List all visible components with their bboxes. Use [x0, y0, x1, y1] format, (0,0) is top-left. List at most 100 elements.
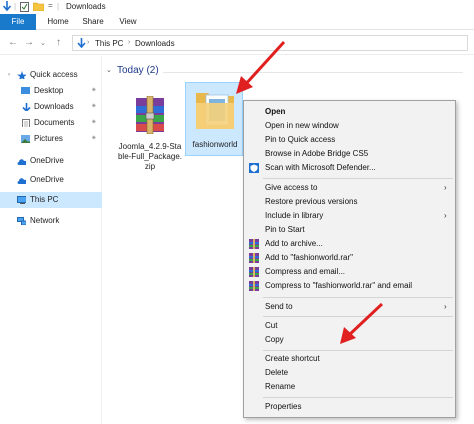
menu-item-label: Add to "fashionworld.rar" [265, 253, 353, 262]
file-name-line: ble-Full_Package. [117, 152, 183, 161]
breadcrumb-separator: › [87, 39, 90, 46]
menu-item-open-new-window[interactable]: Open in new window [244, 119, 455, 133]
pin-icon: ✴ [91, 119, 97, 126]
menu-item-rename[interactable]: Rename [244, 380, 455, 394]
tab-view[interactable]: View [112, 14, 144, 30]
down-arrow-icon [2, 1, 12, 12]
sidebar-item-label: This PC [30, 195, 59, 204]
menu-separator [263, 397, 453, 398]
forward-arrow-icon[interactable]: → [24, 37, 34, 48]
menu-item-delete[interactable]: Delete [244, 366, 455, 380]
back-arrow-icon[interactable]: ← [8, 37, 18, 48]
menu-item-label: Include in library [265, 211, 324, 220]
menu-item-label: Delete [265, 368, 289, 377]
submenu-chevron-icon: › [444, 211, 447, 220]
menu-item-pin-quick-access[interactable]: Pin to Quick access [244, 133, 455, 147]
cloud-icon [17, 178, 26, 184]
defender-shield-icon [249, 163, 259, 173]
expand-chevron-icon[interactable]: › [8, 67, 10, 83]
sidebar-item-desktop[interactable]: Desktop ✴ [0, 83, 102, 99]
ribbon-tabs: File Home Share View [0, 14, 474, 30]
menu-item-properties[interactable]: Properties [244, 400, 455, 414]
menu-item-compress-rar-email[interactable]: Compress to "fashionworld.rar" and email [244, 279, 455, 293]
sidebar-item-onedrive[interactable]: OneDrive [0, 153, 102, 169]
menu-item-pin-start[interactable]: Pin to Start [244, 223, 455, 237]
group-header[interactable]: Today (2) [117, 65, 159, 76]
sidebar-item-label: Downloads [34, 102, 74, 111]
tab-file[interactable]: File [0, 14, 36, 30]
new-folder-icon[interactable] [33, 2, 44, 11]
menu-item-label: Send to [265, 302, 293, 311]
sidebar-item-label: OneDrive [30, 156, 64, 165]
menu-item-label: Compress and email... [265, 267, 346, 276]
tab-home[interactable]: Home [40, 14, 76, 30]
winrar-icon [249, 281, 259, 291]
menu-separator [263, 178, 453, 179]
menu-item-compress-email[interactable]: Compress and email... [244, 265, 455, 279]
sidebar-item-label: OneDrive [30, 175, 64, 184]
menu-item-give-access[interactable]: Give access to › [244, 181, 455, 195]
star-icon [17, 71, 26, 79]
menu-item-create-shortcut[interactable]: Create shortcut [244, 352, 455, 366]
menu-item-label: Open in new window [265, 121, 339, 130]
properties-icon[interactable] [20, 2, 29, 12]
title-bar: | = | Downloads [0, 0, 474, 14]
menu-item-include-library[interactable]: Include in library › [244, 209, 455, 223]
file-item-joomla-zip[interactable]: Joomla_4.2.9-Sta ble-Full_Package. zip [113, 82, 187, 192]
file-name-line: zip [144, 162, 156, 171]
menu-item-label: Cut [265, 321, 278, 330]
menu-item-label: Pin to Quick access [265, 135, 336, 144]
menu-item-browse-bridge[interactable]: Browse in Adobe Bridge CS5 [244, 147, 455, 161]
downloads-icon [22, 103, 31, 111]
breadcrumb-downloads[interactable]: Downloads [135, 39, 175, 48]
context-menu: Open Open in new window Pin to Quick acc… [243, 100, 456, 418]
menu-separator [263, 297, 453, 298]
menu-item-label: Restore previous versions [265, 197, 358, 206]
sidebar-item-label: Pictures [34, 134, 63, 143]
menu-item-add-archive[interactable]: Add to archive... [244, 237, 455, 251]
menu-item-open[interactable]: Open [244, 105, 455, 119]
winrar-icon [249, 239, 259, 249]
quick-access-toolbar-chevron-icon[interactable]: = [48, 1, 53, 10]
sidebar-item-onedrive[interactable]: OneDrive [0, 172, 102, 188]
folder-name-label: fashionworld [192, 140, 238, 149]
pictures-icon [21, 135, 30, 143]
breadcrumb-this-pc[interactable]: This PC [95, 39, 123, 48]
menu-separator [263, 350, 453, 351]
pin-icon: ✴ [91, 135, 97, 142]
toolbar-divider: | [57, 2, 60, 11]
annotation-arrow-icon [236, 40, 286, 94]
menu-item-label: Rename [265, 382, 296, 391]
file-name-label: Joomla_4.2.9-Sta ble-Full_Package. zip [113, 142, 187, 172]
network-icon [17, 217, 26, 225]
window-title: Downloads [66, 2, 106, 11]
documents-icon [22, 119, 30, 127]
file-name-line: Joomla_4.2.9-Sta [118, 142, 182, 151]
winrar-icon [249, 253, 259, 263]
menu-item-label: Pin to Start [265, 225, 305, 234]
sidebar-item-documents[interactable]: Documents ✴ [0, 115, 102, 131]
menu-item-label: Give access to [265, 183, 318, 192]
sidebar-item-pictures[interactable]: Pictures ✴ [0, 131, 102, 147]
menu-item-scan-defender[interactable]: Scan with Microsoft Defender... [244, 161, 455, 175]
sidebar-item-downloads[interactable]: Downloads ✴ [0, 99, 102, 115]
sidebar-item-this-pc[interactable]: This PC [0, 192, 102, 208]
submenu-chevron-icon: › [444, 183, 447, 192]
submenu-chevron-icon: › [444, 302, 447, 311]
tab-share[interactable]: Share [76, 14, 110, 30]
menu-item-label: Compress to "fashionworld.rar" and email [265, 281, 413, 290]
up-arrow-icon[interactable]: ↑ [56, 37, 61, 48]
sidebar-item-label: Documents [34, 118, 75, 127]
annotation-arrow-icon [340, 302, 384, 344]
menu-item-label: Open [265, 107, 286, 116]
breadcrumb-separator: › [128, 39, 131, 46]
menu-item-add-to-rar[interactable]: Add to "fashionworld.rar" [244, 251, 455, 265]
group-collapse-chevron-icon[interactable]: ⌄ [106, 66, 112, 74]
sidebar-item-quick-access[interactable]: › Quick access [0, 67, 102, 83]
recent-locations-chevron-icon[interactable]: ⌄ [40, 39, 46, 47]
folder-icon [196, 93, 234, 129]
computer-icon [17, 196, 26, 204]
pin-icon: ✴ [91, 87, 97, 94]
menu-item-restore-versions[interactable]: Restore previous versions [244, 195, 455, 209]
sidebar-item-network[interactable]: Network [0, 213, 102, 229]
